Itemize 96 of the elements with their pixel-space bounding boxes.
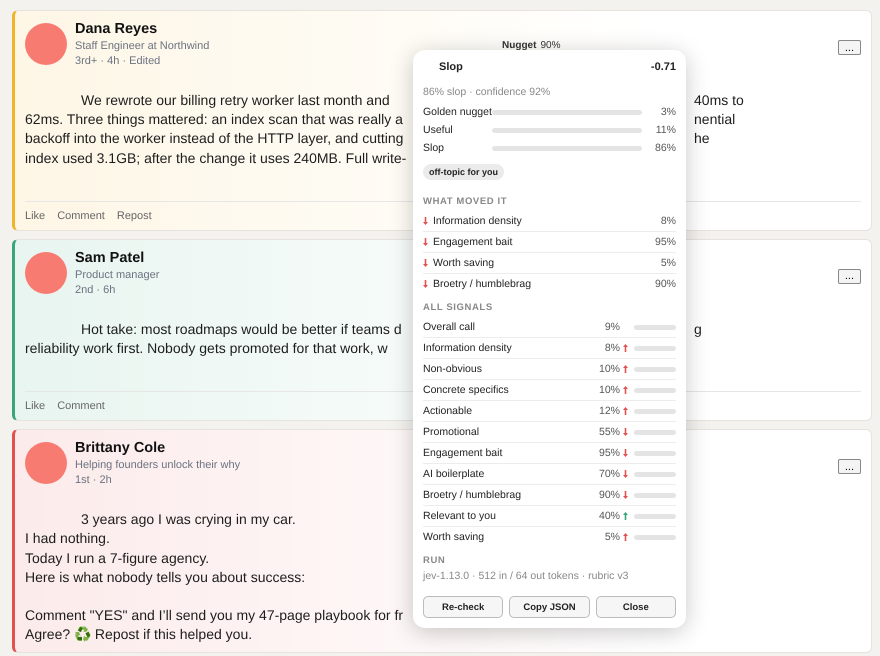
avatar bbox=[25, 23, 67, 65]
section-heading: WHAT MOVED IT bbox=[423, 196, 508, 207]
avatar bbox=[25, 252, 67, 294]
post-text: backoff into the worker instead of the HTTP layer, and cutting bbox=[25, 129, 404, 148]
bar-value: 11% bbox=[654, 124, 676, 136]
signal-label: Engagement bait bbox=[433, 236, 514, 248]
post-text: reliability work first. Nobody gets promoted for that work, w bbox=[25, 339, 388, 358]
bar-label: Useful bbox=[423, 124, 454, 136]
signal-label: Information density bbox=[423, 342, 513, 354]
signal-label: Concrete specifics bbox=[423, 384, 510, 396]
action-link[interactable]: Comment bbox=[57, 210, 105, 222]
signal-value: 90% bbox=[598, 489, 620, 501]
signal-track bbox=[634, 514, 676, 518]
post-meta: 2nd · 6h bbox=[75, 284, 116, 296]
post-meta: 1st · 2h bbox=[75, 474, 112, 486]
signal-label: Actionable bbox=[423, 405, 474, 417]
signal-track bbox=[634, 534, 676, 540]
signal-value: 8% bbox=[660, 215, 676, 227]
signal-value: 95% bbox=[598, 447, 620, 459]
bar-value: 3% bbox=[660, 106, 676, 118]
action-link[interactable]: Repost bbox=[116, 210, 152, 222]
signal-track bbox=[634, 430, 676, 434]
post-text: index used 3.1GB; after the change it uses 240MB. Full write- bbox=[25, 148, 406, 168]
signal-label: Worth saving bbox=[433, 257, 496, 269]
popover-title: Slop bbox=[439, 61, 463, 73]
popover-button[interactable]: Close bbox=[596, 596, 676, 618]
signal-value: 9% bbox=[604, 321, 620, 333]
signal-value: 10% bbox=[598, 384, 620, 396]
signal-value: 90% bbox=[654, 278, 676, 290]
section-heading: ALL SIGNALS bbox=[423, 302, 494, 313]
signal-track bbox=[634, 408, 676, 414]
badge-value: 90% bbox=[540, 40, 560, 51]
topic-tag: off-topic for you bbox=[423, 164, 504, 180]
more-button[interactable]: ... bbox=[838, 268, 861, 284]
post-text: 40ms to bbox=[694, 91, 744, 110]
signal-value: 8% bbox=[604, 342, 620, 354]
signal-value: 10% bbox=[598, 363, 620, 375]
bar-value: 86% bbox=[654, 142, 676, 154]
section-heading: RUN bbox=[423, 555, 446, 566]
signal-label: Information density bbox=[433, 215, 523, 227]
action-link[interactable]: Like bbox=[25, 210, 46, 222]
more-button[interactable]: ... bbox=[838, 459, 861, 474]
author-headline: Product manager bbox=[75, 268, 160, 281]
post-text: I had nothing. bbox=[25, 529, 110, 548]
signal-label: Broetry / humblebrag bbox=[423, 489, 522, 501]
author-headline: Helping founders unlock their why bbox=[75, 459, 240, 472]
signal-track bbox=[634, 346, 676, 350]
popover-button[interactable]: Copy JSON bbox=[509, 596, 590, 618]
signal-label: Overall call bbox=[423, 321, 476, 333]
author-name: Dana Reyes bbox=[75, 21, 158, 37]
signal-value: 12% bbox=[598, 405, 620, 417]
signal-track bbox=[634, 492, 676, 498]
bar-label: Slop bbox=[423, 142, 446, 154]
signal-label: Worth saving bbox=[423, 531, 486, 543]
signal-value: 40% bbox=[598, 510, 620, 522]
post-text: Here is what nobody tells you about success: bbox=[25, 568, 306, 587]
more-button[interactable]: ... bbox=[838, 40, 861, 55]
post-text: We rewrote our billing retry worker last month and bbox=[80, 91, 390, 110]
signal-value: 5% bbox=[660, 257, 676, 269]
signal-label: AI boilerplate bbox=[423, 468, 486, 480]
signal-track bbox=[634, 324, 676, 330]
signal-value: 70% bbox=[598, 468, 620, 480]
signal-label: Broetry / humblebrag bbox=[433, 278, 532, 290]
score-value: -0.71 bbox=[650, 61, 676, 73]
signal-track bbox=[634, 388, 676, 392]
author-name: Sam Patel bbox=[75, 250, 144, 266]
post-text: 3 years ago I was crying in my car. bbox=[80, 510, 296, 530]
signal-label: Non-obvious bbox=[423, 363, 483, 375]
run-info: jev-1.13.0 · 512 in / 64 out tokens · rubric v3 bbox=[423, 570, 630, 582]
signal-track bbox=[634, 472, 676, 476]
signal-value: 95% bbox=[654, 236, 676, 248]
signal-value: 5% bbox=[604, 531, 620, 543]
signal-value: 55% bbox=[598, 426, 620, 438]
post-text: g bbox=[694, 320, 702, 339]
post-text: Comment "YES" and I’ll send you my 47-page playbook for fr bbox=[25, 606, 404, 626]
signal-track bbox=[634, 450, 676, 456]
post-meta: 3rd+ · 4h · Edited bbox=[75, 55, 160, 67]
author-name: Brittany Cole bbox=[75, 440, 166, 456]
popover-button[interactable]: Re-check bbox=[423, 596, 504, 618]
author-headline: Staff Engineer at Northwind bbox=[75, 40, 210, 52]
post-text: Hot take: most roadmaps would be better if teams d bbox=[80, 320, 402, 339]
post-text: 62ms. Three things mattered: an index scan that was really a bbox=[25, 110, 403, 130]
signal-track bbox=[634, 366, 676, 372]
post-text: nential bbox=[694, 110, 736, 130]
signal-label: Engagement bait bbox=[423, 447, 504, 459]
signal-label: Relevant to you bbox=[423, 510, 497, 522]
score-summary: 86% slop · confidence 92% bbox=[423, 86, 552, 98]
post-text: Today I run a 7-figure agency. bbox=[25, 548, 210, 568]
bar-label: Golden nugget bbox=[423, 106, 492, 118]
action-link[interactable]: Comment bbox=[57, 400, 105, 412]
action-link[interactable]: Like bbox=[25, 400, 46, 412]
avatar bbox=[25, 442, 67, 484]
signal-label: Promotional bbox=[423, 426, 480, 438]
post-text: Agree? ♻ Repost if this helped you. bbox=[25, 625, 252, 644]
post-text: he bbox=[694, 129, 710, 148]
badge-label: Nugget bbox=[502, 40, 536, 51]
